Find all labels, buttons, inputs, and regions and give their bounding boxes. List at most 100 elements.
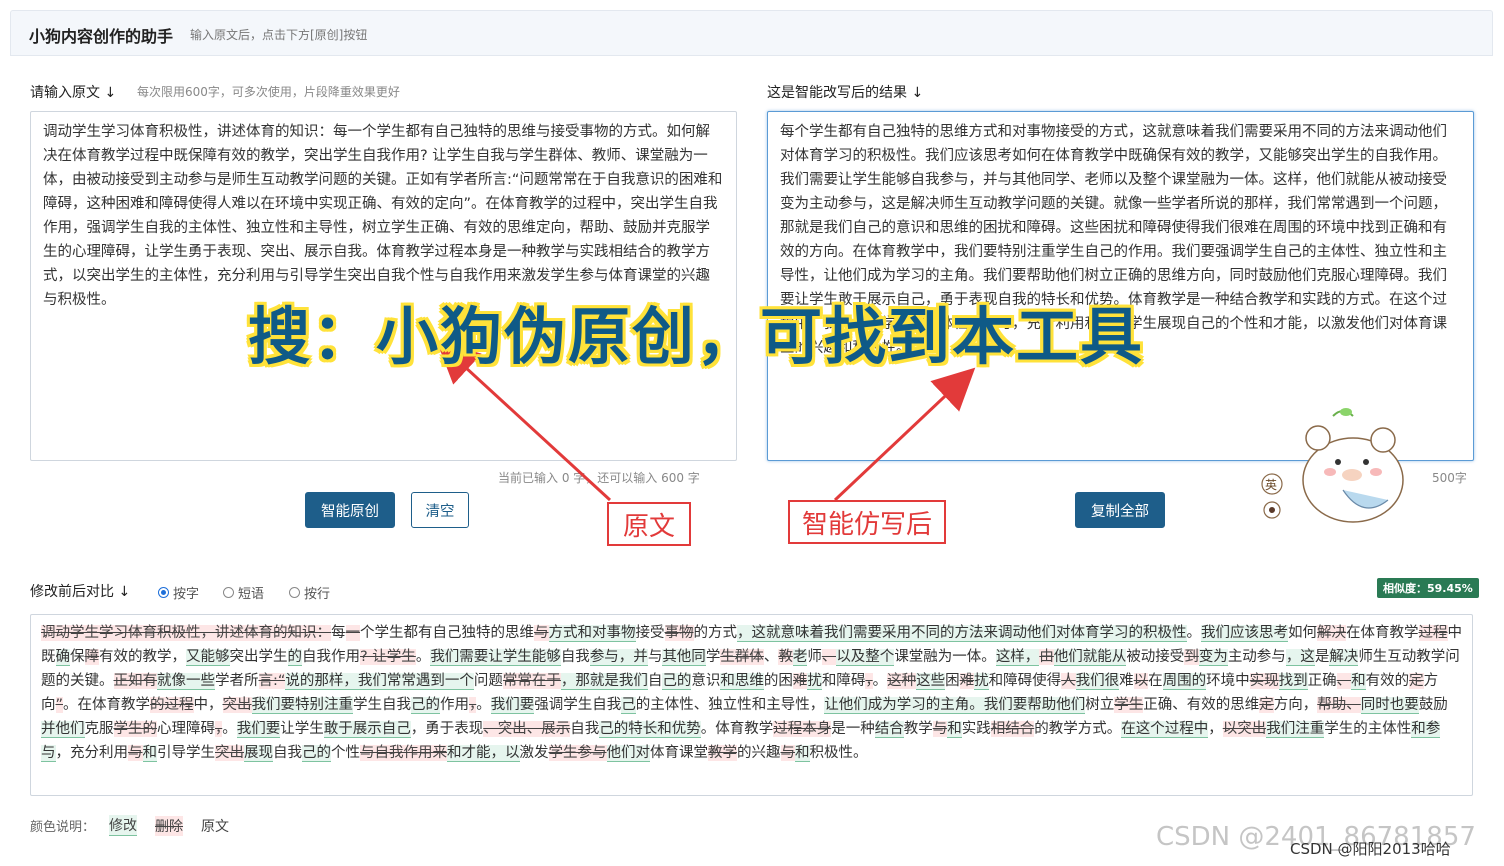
diff-modified: 并他们 <box>41 721 85 738</box>
diff-modified: 己的 <box>302 745 331 762</box>
diff-original: 让学生 <box>280 721 324 737</box>
diff-original: ，勇于表现 <box>410 721 484 737</box>
diff-original: 在体育教学 <box>1346 625 1419 641</box>
diff-deleted: 教学 <box>708 745 737 761</box>
diff-modified: 和 <box>795 745 810 762</box>
diff-deleted: 、 <box>1336 673 1352 689</box>
diff-deleted: 与 <box>932 721 948 737</box>
output-label: 这是智能改写后的结果 ↓ <box>767 85 924 101</box>
diff-original: 正确 <box>1307 673 1337 689</box>
diff-original: 学生自我 <box>353 697 412 713</box>
diff-modified: 我们很 <box>1075 673 1120 690</box>
diff-modified: 己的 <box>411 697 441 714</box>
diff-modified: 方式和对事物 <box>548 625 636 642</box>
diff-modified: 己的特长和优势 <box>599 721 701 738</box>
diff-deleted: 相结合 <box>990 721 1035 737</box>
diff-original: 正确、有效的思维 <box>1143 697 1260 713</box>
diff-original: 教学 <box>903 721 933 737</box>
diff-original: 的教学方式。 <box>1034 721 1122 737</box>
diff-original: 、 <box>763 649 779 665</box>
copy-all-button[interactable]: 复制全部 <box>1075 492 1165 528</box>
diff-deleted: 过程本身 <box>773 721 832 737</box>
diff-deleted: 教 <box>778 649 793 665</box>
diff-original: 学生的主体性 <box>1324 721 1412 737</box>
diff-modified: 敢于展示自己 <box>323 721 411 738</box>
diff-modified: 的 <box>287 649 302 666</box>
input-counter: 当前已输入 0 字，还可以输入 600 字 <box>498 471 700 485</box>
diff-original: 实践 <box>961 721 991 737</box>
diff-original: 体育课堂 <box>650 745 708 761</box>
diff-modified: ，这就意味着我们需要采用不同的方法来调动他们对体育学习的积极性 <box>737 625 1187 642</box>
diff-deleted: 正如有 <box>113 673 157 689</box>
diff-original: 课堂融为一体。 <box>894 649 996 665</box>
diff-modified: 在这个过程中 <box>1121 721 1209 738</box>
diff-deleted: 突出 <box>215 745 244 761</box>
radio-by-phrase[interactable]: 短语 <box>223 583 264 602</box>
diff-original: 自我 <box>273 745 302 761</box>
diff-deleted: 调动学生学习体育积极性，讲述体育的知识： <box>41 625 331 641</box>
diff-original: 接受 <box>635 625 665 641</box>
diff-deleted: ? 让学生 <box>360 649 416 665</box>
diff-original: 积极性。 <box>809 745 868 761</box>
diff-comparison-box: 调动学生学习体育积极性，讲述体育的知识：每一个学生都有自己独特的思维与方式和对事… <box>30 614 1473 796</box>
compare-label: 修改前后对比 ↓ <box>30 584 131 600</box>
diff-modified: 就像一些 <box>157 673 215 690</box>
diff-deleted: 学生的 <box>113 721 157 737</box>
diff-original: 环境中 <box>1206 673 1250 689</box>
diff-original: 自 <box>647 673 663 689</box>
diff-original: 中， <box>193 697 223 713</box>
diff-original: 鼓励 <box>1418 697 1448 713</box>
diff-original: 自我作用 <box>302 649 360 665</box>
diff-deleted: 与 <box>780 745 795 761</box>
diff-original: 与 <box>647 649 663 665</box>
diff-modified: 确 <box>55 649 70 666</box>
diff-deleted: 以 <box>1133 673 1149 689</box>
diff-original: 保 <box>70 649 85 665</box>
legend-modify: 修改 <box>109 815 138 836</box>
diff-original: 主动参与 <box>1227 649 1286 665</box>
diff-modified: 我们注重 <box>1266 721 1325 738</box>
diff-deleted: 由 <box>1039 649 1054 665</box>
callout-original: 原文 <box>607 502 691 546</box>
diff-deleted: 与 <box>534 625 549 641</box>
app-subtitle: 输入原文后，点击下方[原创]按钮 <box>190 28 368 42</box>
diff-original: 自我 <box>570 721 600 737</box>
input-label: 请输入原文 ↓ <box>30 85 117 101</box>
diff-original: 师 <box>807 649 822 665</box>
diff-modified: 让他们成为学习的主角。我们要帮助他们 <box>824 697 1086 714</box>
diff-deleted: 一 <box>345 625 360 641</box>
diff-original: 激发 <box>519 745 549 761</box>
input-hint: 每次限用600字，可多次使用，片段降重效果更好 <box>137 85 400 99</box>
diff-deleted: 这种 <box>887 673 917 689</box>
diff-deleted: 突出 <box>222 697 252 713</box>
diff-original: 。 <box>222 721 237 737</box>
diff-original: 每 <box>331 625 346 641</box>
diff-modified: 变为 <box>1198 649 1228 666</box>
diff-original: 如何 <box>1288 625 1317 641</box>
diff-original: 在 <box>1148 673 1163 689</box>
diff-original: 突出学生 <box>229 649 288 665</box>
diff-original: 的困 <box>763 673 793 689</box>
diff-original: 。 <box>415 649 431 665</box>
diff-original: ， <box>1208 721 1223 737</box>
diff-deleted: 以突出 <box>1222 721 1267 737</box>
diff-modified: 己 <box>621 697 636 714</box>
diff-original: 个性 <box>331 745 360 761</box>
diff-modified: 说的那样，我们常常遇到一个 <box>285 673 474 690</box>
diff-original: 和障碍使得 <box>988 673 1062 689</box>
diff-deleted: 解决 <box>1317 625 1346 641</box>
rewrite-button[interactable]: 智能原创 <box>305 492 395 528</box>
radio-by-line[interactable]: 按行 <box>289 583 330 602</box>
diff-deleted: 与 <box>128 745 143 761</box>
diff-original: 。 <box>476 697 491 713</box>
diff-modified: 扰 <box>807 673 822 690</box>
legend-title: 颜色说明： <box>30 820 96 835</box>
diff-original: 作用 <box>440 697 470 713</box>
diff-modified: 和思维 <box>720 673 764 690</box>
radio-by-char[interactable]: 按字 <box>158 583 199 602</box>
diff-original: 。在体育教学 <box>63 697 151 713</box>
diff-original: 学者所 <box>215 673 259 689</box>
diff-original: 的主体性、独立性和主导性， <box>635 697 825 713</box>
diff-modified: 他们就能从 <box>1053 649 1127 666</box>
clear-button[interactable]: 清空 <box>411 492 469 528</box>
